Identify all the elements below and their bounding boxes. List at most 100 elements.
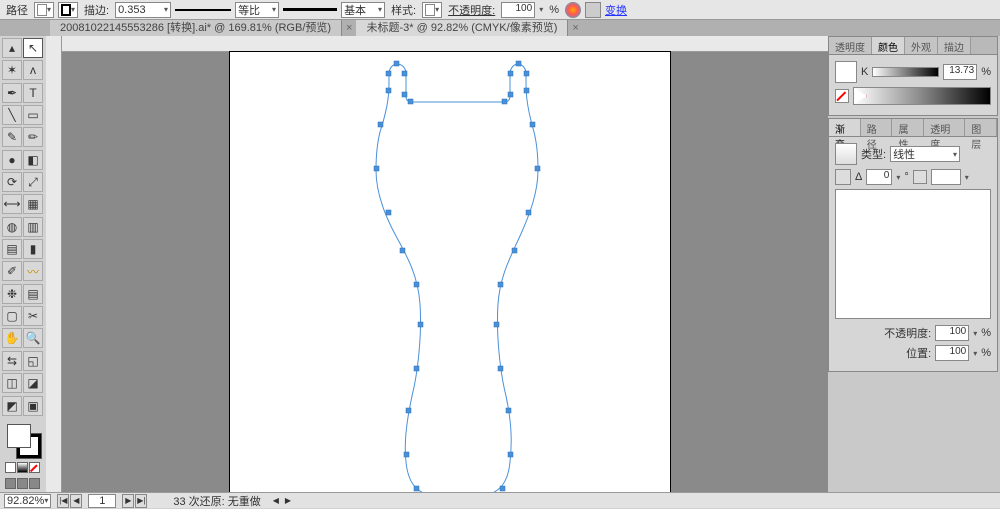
style-label: 样式: — [389, 2, 418, 18]
color-mode-solid[interactable] — [5, 462, 16, 473]
graph-tool[interactable]: ▤ — [23, 284, 43, 304]
style-dropdown[interactable]: ▾ — [422, 2, 442, 18]
gradient-tool[interactable]: ▮ — [23, 239, 43, 259]
k-label: K — [861, 66, 868, 78]
type-tool[interactable]: T — [23, 83, 43, 103]
rectangle-tool[interactable]: ▭ — [23, 105, 43, 125]
angle-input[interactable]: 0 — [866, 169, 892, 185]
color-fill-swatch[interactable] — [835, 61, 857, 83]
fill-swatch-dropdown[interactable]: ▾ — [34, 2, 54, 18]
draw-mode-normal[interactable]: ◫ — [2, 373, 22, 393]
screen-mode[interactable]: ▣ — [23, 396, 43, 416]
draw-mode-inside[interactable]: ◩ — [2, 396, 22, 416]
doc-tab-1[interactable]: 20081022145553286 [转换].ai* @ 169.81% (RG… — [50, 20, 342, 36]
eyedropper-tool[interactable]: ✐ — [2, 261, 22, 281]
last-artboard-button[interactable]: ▶| — [135, 494, 147, 508]
pencil-tool[interactable]: ✏ — [23, 127, 43, 147]
eraser-tool[interactable]: ◧ — [23, 150, 43, 170]
shape-builder-tool[interactable]: ◍ — [2, 217, 22, 237]
reverse-gradient-icon[interactable] — [835, 169, 851, 185]
close-tab-1-icon[interactable]: × — [342, 22, 356, 34]
tab-transparency-2[interactable]: 透明度 — [924, 119, 965, 136]
aspect-icon[interactable] — [913, 170, 927, 184]
canvas-area[interactable] — [46, 36, 828, 492]
k-slider[interactable] — [872, 67, 939, 77]
next-artboard-button[interactable]: ▶ — [122, 494, 134, 508]
color-mode-none[interactable] — [29, 462, 40, 473]
k-value-input[interactable]: 13.73 — [943, 64, 977, 80]
tab-attributes[interactable]: 属性 — [892, 119, 924, 136]
magic-wand-tool[interactable]: ✶ — [2, 60, 22, 80]
color-mode-gradient[interactable] — [17, 462, 28, 473]
none-color-icon[interactable] — [835, 89, 849, 103]
dash-dropdown[interactable]: 等比▾ — [235, 2, 279, 18]
opacity-label[interactable]: 不透明度: — [446, 2, 497, 18]
stroke-swatch-dropdown[interactable]: ▾ — [58, 2, 78, 18]
direct-selection-tool[interactable]: ↖ — [23, 38, 43, 58]
default-fill-stroke[interactable]: ◱ — [23, 351, 43, 371]
slice-tool[interactable]: ✂ — [23, 306, 43, 326]
line-tool[interactable]: ╲ — [2, 105, 22, 125]
opacity-stepper[interactable]: ▾ — [539, 5, 543, 14]
gradient-ramp[interactable] — [835, 189, 991, 319]
tab-gradient[interactable]: 渐变 — [829, 119, 861, 136]
selection-tool[interactable]: ▴ — [2, 38, 22, 58]
artboard-tool[interactable]: ▢ — [2, 306, 22, 326]
screen-present-icon[interactable] — [29, 478, 40, 489]
doc-tab-2[interactable]: 未标题-3* @ 92.82% (CMYK/像素预览) — [356, 20, 568, 36]
mesh-tool[interactable]: ▤ — [2, 239, 22, 259]
hand-tool[interactable]: ✋ — [2, 328, 22, 348]
prev-artboard-button[interactable]: ◀ — [70, 494, 82, 508]
undo-status: 33 次还原: 无重做 — [173, 493, 260, 509]
aspect-input[interactable] — [931, 169, 961, 185]
lasso-tool[interactable]: ʌ — [23, 60, 43, 80]
gradient-swatch[interactable] — [835, 143, 857, 165]
fill-color-swatch[interactable] — [7, 424, 31, 448]
angle-label: Δ — [855, 171, 862, 183]
color-spectrum[interactable] — [853, 87, 991, 105]
brush-dropdown[interactable]: 基本▾ — [341, 2, 385, 18]
zoom-tool[interactable]: 🔍 — [23, 328, 43, 348]
tab-transparency[interactable]: 透明度 — [829, 37, 872, 54]
symbol-sprayer-tool[interactable]: ❉ — [2, 284, 22, 304]
first-artboard-button[interactable]: |◀ — [57, 494, 69, 508]
tab-pathfinder[interactable]: 路径 — [861, 119, 893, 136]
blend-tool[interactable]: 〰 — [23, 261, 43, 281]
blob-brush-tool[interactable]: ● — [2, 150, 22, 170]
vector-path[interactable] — [230, 52, 670, 492]
perspective-tool[interactable]: ▥ — [23, 217, 43, 237]
align-icon[interactable] — [585, 2, 601, 18]
pen-tool[interactable]: ✒ — [2, 83, 22, 103]
width-tool[interactable]: ⟷ — [2, 194, 22, 214]
toggle-fill-stroke[interactable]: ⇆ — [2, 351, 22, 371]
tab-appearance[interactable]: 外观 — [905, 37, 938, 54]
percent-label: % — [547, 4, 561, 16]
fill-stroke-indicator[interactable] — [7, 424, 41, 458]
rotate-tool[interactable]: ⟳ — [2, 172, 22, 192]
stroke-weight-input[interactable]: 0.353▾ — [115, 2, 171, 18]
screen-normal-icon[interactable] — [5, 478, 16, 489]
artboard[interactable] — [230, 52, 670, 492]
opacity-input[interactable]: 100 — [501, 2, 535, 18]
scale-tool[interactable]: ⤢ — [23, 172, 43, 192]
recolor-icon[interactable] — [565, 2, 581, 18]
grad-opacity-input[interactable]: 100 — [935, 325, 969, 341]
tab-stroke-panel[interactable]: 描边 — [938, 37, 971, 54]
status-scroll-right[interactable]: ▶ — [285, 496, 291, 505]
draw-mode-behind[interactable]: ◪ — [23, 373, 43, 393]
artboard-number[interactable]: 1 — [88, 494, 116, 508]
gradient-type-select[interactable]: 线性▾ — [890, 146, 960, 162]
grad-position-input[interactable]: 100 — [935, 345, 969, 361]
close-tab-2-icon[interactable]: × — [568, 22, 582, 34]
screen-full-icon[interactable] — [17, 478, 28, 489]
status-scroll-left[interactable]: ◀ — [273, 496, 279, 505]
free-transform-tool[interactable]: ▦ — [23, 194, 43, 214]
tab-layers[interactable]: 图层 — [965, 119, 997, 136]
zoom-level[interactable]: 92.82% ▾ — [4, 494, 51, 508]
paintbrush-tool[interactable]: ✎ — [2, 127, 22, 147]
control-bar: 路径 ▾ ▾ 描边: 0.353▾ 等比▾ 基本▾ 样式: ▾ 不透明度: 10… — [0, 0, 1000, 20]
angle-stepper[interactable]: ▾ — [896, 173, 900, 182]
tab-color[interactable]: 颜色 — [872, 37, 905, 54]
degree-label: ° — [904, 171, 908, 183]
transform-link[interactable]: 变换 — [605, 2, 627, 18]
